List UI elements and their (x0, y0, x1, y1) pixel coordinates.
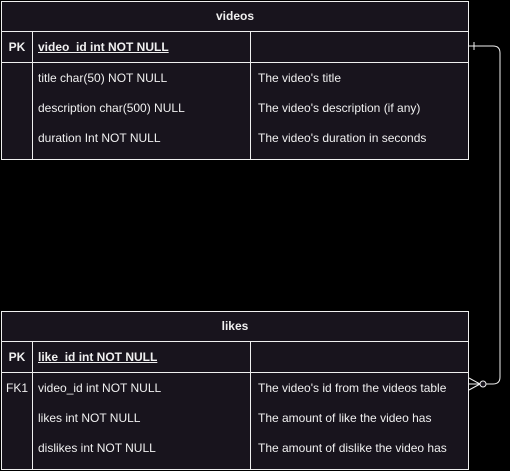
table-row[interactable]: FK1 video_id int NOT NULL The video's id… (2, 373, 468, 403)
description-label: The video's title (258, 71, 341, 85)
description-label: The amount of dislike the video has (258, 441, 447, 455)
description-label: The video's duration in seconds (258, 131, 427, 145)
crows-foot-icon (468, 377, 481, 391)
table-title: videos (2, 2, 468, 32)
description-label: The video's id from the videos table (258, 381, 447, 395)
table-row[interactable]: duration Int NOT NULL The video's durati… (2, 123, 468, 153)
connector-line[interactable] (469, 45, 501, 385)
key-label (2, 123, 32, 153)
attribute-label: like_id int NOT NULL (38, 350, 158, 364)
key-label: PK (8, 350, 26, 364)
description-label: The video's description (if any) (258, 101, 421, 115)
key-label (2, 93, 32, 123)
description-label (258, 342, 468, 372)
attribute-label: video_id int NOT NULL (38, 40, 169, 54)
key-label: FK1 (5, 381, 28, 395)
table-title: likes (2, 312, 468, 342)
attribute-label: video_id int NOT NULL (38, 381, 162, 395)
key-label (2, 403, 32, 433)
key-label: PK (8, 40, 26, 54)
table-row[interactable]: dislikes int NOT NULL The amount of disl… (2, 433, 468, 463)
attribute-label: title char(50) NOT NULL (38, 71, 168, 85)
primary-key-row[interactable]: PK like_id int NOT NULL (2, 342, 468, 373)
videos-table[interactable]: videos PK video_id int NOT NULL title ch… (1, 1, 469, 160)
attribute-label: description char(500) NULL (38, 101, 185, 115)
attribute-label: likes int NOT NULL (38, 411, 141, 425)
key-label (2, 433, 32, 463)
attribute-label: dislikes int NOT NULL (38, 441, 156, 455)
table-row[interactable]: description char(500) NULL The video's d… (2, 93, 468, 123)
description-label (258, 32, 468, 62)
key-label (2, 63, 32, 93)
primary-key-row[interactable]: PK video_id int NOT NULL (2, 32, 468, 63)
table-row[interactable]: likes int NOT NULL The amount of like th… (2, 403, 468, 433)
likes-table[interactable]: likes PK like_id int NOT NULL FK1 video_… (1, 311, 469, 470)
attribute-label: duration Int NOT NULL (38, 131, 161, 145)
table-row[interactable]: title char(50) NOT NULL The video's titl… (2, 63, 468, 93)
zero-cardinality-icon (479, 380, 487, 388)
description-label: The amount of like the video has (258, 411, 432, 425)
